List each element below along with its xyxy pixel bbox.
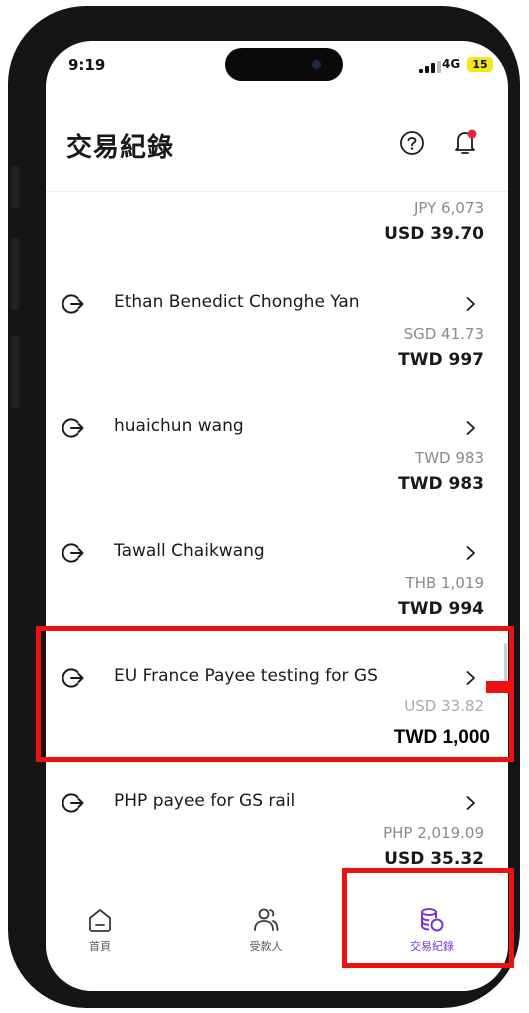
bell-icon[interactable] bbox=[450, 127, 480, 159]
nav-home-label: 首頁 bbox=[89, 940, 111, 953]
foreign-amount: THB 1,019 bbox=[405, 574, 484, 592]
camera-icon bbox=[312, 60, 321, 69]
payee-name: PHP payee for GS rail bbox=[114, 791, 296, 811]
transaction-row[interactable]: huaichun wang TWD 983 TWD 983 bbox=[46, 399, 508, 509]
highlight-box-transaction bbox=[36, 626, 514, 762]
battery-icon: 15 bbox=[467, 57, 493, 72]
foreign-amount: PHP 2,019.09 bbox=[383, 824, 484, 842]
signal-icon bbox=[419, 61, 441, 73]
silent-switch bbox=[11, 166, 19, 208]
question-circle-icon[interactable] bbox=[398, 129, 426, 157]
phone-frame: 9:19 4G 15 交易紀錄 JPY 6,073 USD 39.70 Etha… bbox=[8, 6, 520, 1008]
dynamic-island bbox=[225, 48, 343, 81]
home-icon bbox=[89, 909, 111, 932]
highlight-box-nav bbox=[342, 868, 514, 968]
payee-name: Tawall Chaikwang bbox=[114, 541, 265, 561]
status-time: 9:19 bbox=[68, 56, 106, 74]
header: 交易紀錄 bbox=[46, 113, 508, 191]
highlight-marker bbox=[486, 681, 513, 693]
transaction-amount: TWD 997 bbox=[398, 350, 484, 370]
transaction-amount: TWD 994 bbox=[398, 599, 484, 619]
volume-down-button bbox=[11, 336, 19, 408]
people-icon bbox=[254, 908, 279, 931]
chevron-right-icon bbox=[466, 796, 475, 810]
arrow-circle-right-icon bbox=[62, 418, 84, 438]
arrow-circle-right-icon bbox=[62, 793, 84, 813]
status-bar: 9:19 4G 15 bbox=[46, 41, 508, 101]
payee-name: Ethan Benedict Chonghe Yan bbox=[114, 292, 360, 312]
chevron-right-icon bbox=[466, 421, 475, 435]
transaction-amount: TWD 983 bbox=[398, 474, 484, 494]
chevron-right-icon bbox=[466, 546, 475, 560]
chevron-right-icon bbox=[466, 297, 475, 311]
transaction-amount: USD 39.70 bbox=[384, 224, 484, 244]
payee-name: huaichun wang bbox=[114, 416, 244, 436]
transaction-row[interactable]: Tawall Chaikwang THB 1,019 TWD 994 bbox=[46, 524, 508, 634]
arrow-circle-right-icon bbox=[62, 543, 84, 563]
header-divider bbox=[46, 191, 508, 192]
nav-payees[interactable]: 受款人 bbox=[206, 905, 326, 954]
page-title: 交易紀錄 bbox=[66, 133, 175, 163]
foreign-amount: SGD 41.73 bbox=[403, 325, 484, 343]
arrow-circle-right-icon bbox=[62, 294, 84, 314]
transaction-row[interactable]: Ethan Benedict Chonghe Yan SGD 41.73 TWD… bbox=[46, 275, 508, 385]
network-label: 4G bbox=[442, 57, 461, 71]
nav-payees-label: 受款人 bbox=[249, 940, 283, 953]
nav-home[interactable]: 首頁 bbox=[46, 905, 160, 954]
transaction-amount: USD 35.32 bbox=[384, 849, 484, 869]
screen: 9:19 4G 15 交易紀錄 JPY 6,073 USD 39.70 Etha… bbox=[46, 41, 508, 991]
foreign-amount: JPY 6,073 bbox=[413, 199, 484, 217]
foreign-amount: TWD 983 bbox=[415, 449, 484, 467]
volume-up-button bbox=[11, 238, 19, 310]
